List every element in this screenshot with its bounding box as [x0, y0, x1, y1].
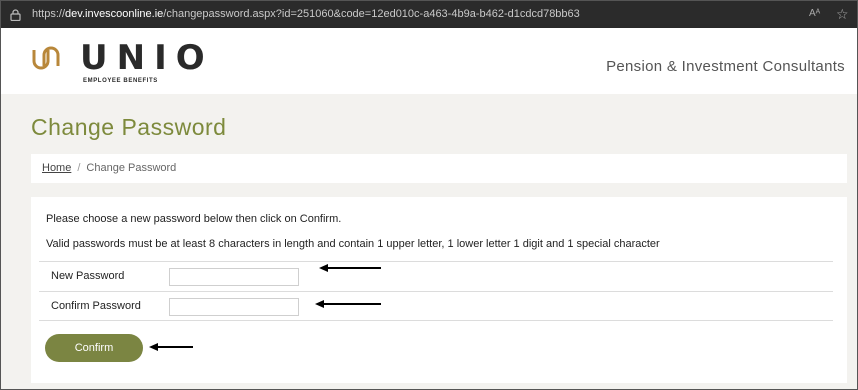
header-tagline: Pension & Investment Consultants: [606, 58, 845, 75]
read-aloud-icon[interactable]: Aᴬ: [809, 8, 820, 19]
logo-wordmark[interactable]: UNIO: [80, 38, 214, 78]
page-title: Change Password: [31, 114, 227, 140]
password-rules-text: Valid passwords must be at least 8 chara…: [46, 238, 660, 250]
breadcrumb-home-link[interactable]: Home: [42, 162, 71, 174]
main-content: Change Password Home / Change Password Ple…: [1, 94, 857, 389]
browser-window: https://dev.invescoonline.ie/changepassw…: [0, 0, 858, 390]
new-password-row: New Password: [39, 261, 833, 291]
breadcrumb: Home / Change Password: [31, 154, 847, 183]
logo-subtitle: EMPLOYEE BENEFITS: [83, 78, 158, 84]
arrow-annotation-icon: [149, 343, 193, 351]
arrow-annotation-icon: [315, 300, 381, 308]
unio-logo-mark-icon[interactable]: [31, 45, 61, 71]
confirm-password-row: Confirm Password: [39, 291, 833, 321]
address-bar[interactable]: https://dev.invescoonline.ie/changepassw…: [1, 1, 857, 28]
instructions-text: Please choose a new password below then …: [46, 213, 342, 225]
confirm-password-label: Confirm Password: [51, 300, 141, 312]
arrow-annotation-icon: [319, 264, 381, 272]
url-text[interactable]: https://dev.invescoonline.ie/changepassw…: [32, 8, 580, 20]
breadcrumb-separator: /: [77, 162, 81, 174]
new-password-input[interactable]: [169, 268, 299, 286]
new-password-label: New Password: [51, 270, 125, 282]
breadcrumb-current: Change Password: [86, 162, 177, 174]
url-path: /changepassword.aspx?id=251060&code=12ed…: [163, 8, 580, 20]
favorite-star-icon[interactable]: ☆: [836, 6, 849, 23]
site-header: UNIO EMPLOYEE BENEFITS Pension & Investm…: [1, 28, 857, 94]
url-prefix: https://: [32, 8, 66, 20]
confirm-password-input[interactable]: [169, 298, 299, 316]
confirm-button[interactable]: Confirm: [45, 334, 143, 362]
url-domain: dev.invescoonline.ie: [65, 8, 164, 20]
site-info-icon[interactable]: [10, 9, 21, 21]
change-password-form: Please choose a new password below then …: [31, 197, 847, 383]
